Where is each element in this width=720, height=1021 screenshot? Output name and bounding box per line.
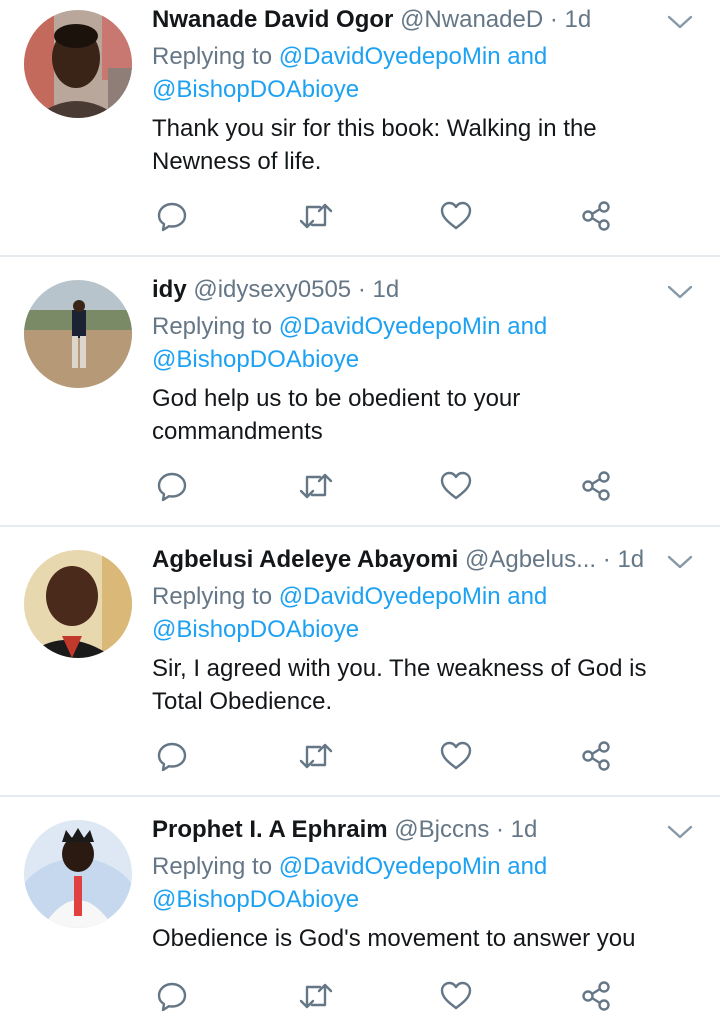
chevron-down-icon[interactable]	[666, 12, 694, 32]
mention-link[interactable]: @DavidOyedepoMin	[279, 43, 501, 70]
like-icon[interactable]	[436, 736, 476, 776]
retweet-icon[interactable]	[296, 976, 336, 1016]
share-icon[interactable]	[576, 736, 616, 776]
mention-link[interactable]: @BishopDOAbioye	[152, 346, 359, 373]
tweet-divider	[0, 795, 720, 797]
tweet-text: God help us to be obedient to your comma…	[152, 385, 521, 445]
mention-and: and	[500, 853, 548, 880]
user-handle[interactable]: @idysexy0505	[193, 276, 351, 303]
mention-link[interactable]: @BishopDOAbioye	[152, 616, 359, 643]
replying-to: Replying to @DavidOyedepoMin and @Bishop…	[152, 40, 672, 106]
avatar[interactable]	[24, 820, 132, 928]
mention-link[interactable]: @DavidOyedepoMin	[279, 853, 501, 880]
tweet-header: Prophet I. A Ephraim @Bjccns · 1d	[152, 812, 652, 848]
like-icon[interactable]	[436, 196, 476, 236]
retweet-icon[interactable]	[296, 196, 336, 236]
tweet[interactable]: idy @idysexy0505 · 1d Replying to @David…	[0, 262, 720, 532]
replying-to-label: Replying to	[152, 43, 279, 70]
retweet-icon[interactable]	[296, 736, 336, 776]
reply-icon[interactable]	[152, 976, 192, 1016]
mention-and: and	[500, 43, 548, 70]
replying-to: Replying to @DavidOyedepoMin and @Bishop…	[152, 850, 672, 916]
tweet[interactable]: Prophet I. A Ephraim @Bjccns · 1d Replyi…	[0, 802, 720, 1021]
like-icon[interactable]	[436, 466, 476, 506]
mention-link[interactable]: @BishopDOAbioye	[152, 76, 359, 103]
display-name[interactable]: Prophet I. A Ephraim	[152, 816, 388, 843]
like-icon[interactable]	[436, 976, 476, 1016]
share-icon[interactable]	[576, 196, 616, 236]
retweet-icon[interactable]	[296, 466, 336, 506]
timestamp[interactable]: 1d	[372, 276, 399, 303]
avatar[interactable]	[24, 550, 132, 658]
chevron-down-icon[interactable]	[666, 822, 694, 842]
tweet-text: Sir, I agreed with you. The weakness of …	[152, 655, 647, 715]
tweet-divider	[0, 255, 720, 257]
user-handle[interactable]: @Agbelus...	[465, 546, 596, 573]
mention-and: and	[500, 583, 548, 610]
replying-to: Replying to @DavidOyedepoMin and @Bishop…	[152, 310, 672, 376]
replying-to-label: Replying to	[152, 853, 279, 880]
separator-dot: ·	[549, 6, 558, 33]
tweet-actions	[152, 736, 632, 776]
user-handle[interactable]: @Bjccns	[394, 816, 489, 843]
timestamp[interactable]: 1d	[617, 546, 644, 573]
reply-icon[interactable]	[152, 466, 192, 506]
tweet-text: Thank you sir for this book: Walking in …	[152, 115, 597, 175]
chevron-down-icon[interactable]	[666, 282, 694, 302]
reply-feed: Nwanade David Ogor @NwanadeD · 1d Replyi…	[0, 0, 720, 1021]
display-name[interactable]: idy	[152, 276, 187, 303]
tweet-header: Agbelusi Adeleye Abayomi @Agbelus... · 1…	[152, 542, 652, 578]
tweet-header: idy @idysexy0505 · 1d	[152, 272, 652, 308]
separator-dot: ·	[357, 276, 366, 303]
tweet[interactable]: Agbelusi Adeleye Abayomi @Agbelus... · 1…	[0, 532, 720, 802]
separator-dot: ·	[602, 546, 611, 573]
separator-dot: ·	[496, 816, 504, 843]
mention-link[interactable]: @BishopDOAbioye	[152, 886, 359, 913]
display-name[interactable]: Nwanade David Ogor	[152, 6, 393, 33]
tweet[interactable]: Nwanade David Ogor @NwanadeD · 1d Replyi…	[0, 0, 720, 262]
replying-to: Replying to @DavidOyedepoMin and @Bishop…	[152, 580, 672, 646]
tweet-actions	[152, 466, 632, 506]
tweet-actions	[152, 196, 632, 236]
replying-to-label: Replying to	[152, 583, 279, 610]
replying-to-label: Replying to	[152, 313, 279, 340]
share-icon[interactable]	[576, 466, 616, 506]
timestamp[interactable]: 1d	[511, 816, 538, 843]
user-handle[interactable]: @NwanadeD	[400, 6, 543, 33]
tweet-text: Obedience is God's movement to answer yo…	[152, 925, 636, 952]
chevron-down-icon[interactable]	[666, 552, 694, 572]
tweet-divider	[0, 525, 720, 527]
tweet-header: Nwanade David Ogor @NwanadeD · 1d	[152, 2, 652, 38]
reply-icon[interactable]	[152, 736, 192, 776]
timestamp[interactable]: 1d	[565, 6, 592, 33]
mention-link[interactable]: @DavidOyedepoMin	[279, 313, 501, 340]
reply-icon[interactable]	[152, 196, 192, 236]
avatar[interactable]	[24, 280, 132, 388]
share-icon[interactable]	[576, 976, 616, 1016]
tweet-actions	[152, 976, 632, 1016]
avatar[interactable]	[24, 10, 132, 118]
mention-link[interactable]: @DavidOyedepoMin	[279, 583, 501, 610]
mention-and: and	[500, 313, 548, 340]
display-name[interactable]: Agbelusi Adeleye Abayomi	[152, 546, 458, 573]
